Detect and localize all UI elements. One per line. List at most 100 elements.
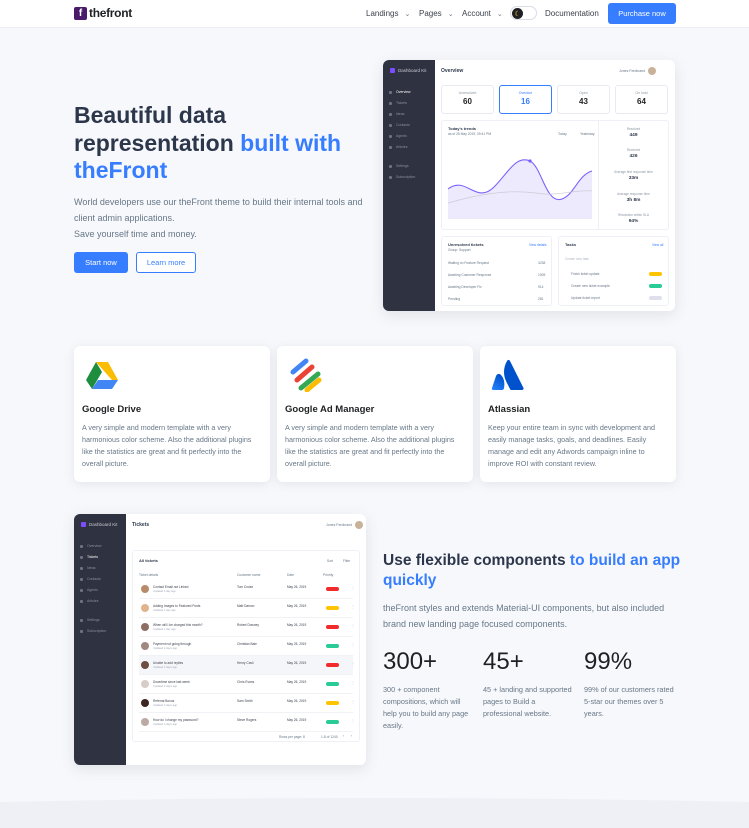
ticket-updated: Updated 2 days ago bbox=[153, 685, 178, 688]
stat-value: 64 bbox=[637, 97, 646, 106]
trends-point bbox=[528, 159, 532, 163]
avatar bbox=[141, 642, 149, 650]
ticket-title: Contact Email not Linked bbox=[153, 585, 189, 589]
task-tag bbox=[649, 284, 662, 288]
table-row[interactable]: Adding Images to Featured Posts Updated 1… bbox=[139, 599, 355, 618]
more-icon[interactable]: ⋮ bbox=[351, 718, 355, 723]
preview-sidebar-item: Ideas bbox=[80, 566, 96, 570]
new-task-input[interactable]: Create new task bbox=[565, 257, 589, 261]
stat-number: 99% bbox=[584, 648, 633, 675]
more-icon[interactable]: ⋮ bbox=[351, 661, 355, 666]
priority-badge bbox=[326, 644, 339, 648]
stat-card: Overdue 16 bbox=[499, 85, 552, 114]
table-row[interactable]: How do I change my password? Updated 2 da… bbox=[139, 713, 355, 732]
avatar bbox=[355, 521, 364, 529]
preview-sidebar: Dashboard Kit Overview Tickets Ideas Con… bbox=[383, 60, 435, 311]
chevron-left-icon[interactable]: ‹ bbox=[343, 734, 344, 738]
task-item[interactable]: Create new ticket example bbox=[571, 284, 610, 288]
top-navbar: f thefront Landings ⌄ Pages ⌄ Account ⌄ … bbox=[0, 0, 749, 28]
more-icon[interactable]: ⋮ bbox=[351, 585, 355, 590]
nav-documentation[interactable]: Documentation bbox=[545, 9, 599, 18]
more-icon[interactable]: ⋮ bbox=[351, 642, 355, 647]
nav-pages[interactable]: Pages ⌄ bbox=[419, 9, 454, 18]
sort-control[interactable]: Sort bbox=[327, 559, 333, 563]
preview-sidebar-item: Articles bbox=[389, 145, 407, 149]
nav-account-label: Account bbox=[462, 9, 491, 18]
chevron-right-icon[interactable]: › bbox=[351, 734, 352, 738]
table-row[interactable]: Unable to add replies Updated 2 days ago H… bbox=[139, 656, 355, 675]
task-item[interactable]: Update ticket report bbox=[571, 296, 600, 300]
hero-subtitle-text-2: Save yourself time and money. bbox=[74, 229, 197, 239]
ticket-updated: Updated 2 days ago bbox=[153, 723, 178, 726]
avatar bbox=[141, 623, 149, 631]
more-icon[interactable]: ⋮ bbox=[351, 623, 355, 628]
preview-title: Overview bbox=[441, 68, 464, 74]
stat-card: On hold 64 bbox=[615, 85, 668, 114]
learn-more-button[interactable]: Learn more bbox=[136, 252, 196, 273]
avatar bbox=[141, 661, 149, 669]
kpi-column: Resolved 449 Received 426 Average first re… bbox=[598, 121, 670, 229]
kpi-label: Average response time bbox=[617, 192, 650, 196]
nav-account[interactable]: Account ⌄ bbox=[462, 9, 503, 18]
stat-label: Unresolved bbox=[458, 91, 477, 95]
tasks-view-link[interactable]: View all bbox=[652, 243, 663, 247]
preview-sidebar-label: Subscription bbox=[396, 175, 416, 179]
stat-value: 16 bbox=[521, 97, 530, 106]
preview-sidebar-label: Overview bbox=[396, 90, 411, 94]
priority-badge bbox=[326, 682, 339, 686]
column-header: Priority bbox=[323, 573, 334, 577]
kpi-label: Average first response time bbox=[614, 170, 653, 174]
hero-subtitle-text: World developers use our theFront theme … bbox=[74, 197, 363, 223]
more-icon[interactable]: ⋮ bbox=[351, 699, 355, 704]
stat-label: Open bbox=[579, 91, 588, 95]
column-header: Customer name bbox=[237, 573, 261, 577]
theme-toggle[interactable]: ☾ bbox=[510, 6, 537, 20]
brand-logo-mark: f bbox=[74, 6, 87, 20]
moon-icon: ☾ bbox=[512, 8, 523, 19]
ticket-title: Unable to add replies bbox=[153, 661, 184, 665]
feature-description: A very simple and modern template with a… bbox=[285, 423, 455, 468]
rows-per-page[interactable]: Rows per page: 8 bbox=[279, 735, 305, 739]
more-icon[interactable]: ⋮ bbox=[351, 680, 355, 685]
ticket-customer: Chris Evans bbox=[237, 680, 255, 684]
more-icon[interactable]: ⋮ bbox=[351, 604, 355, 609]
ticket-customer: Christian Bale bbox=[237, 642, 257, 646]
preview-sidebar-item: Subscription bbox=[80, 629, 106, 633]
feature-description: Keep your entire team in sync with devel… bbox=[488, 423, 656, 468]
preview-sidebar-item: Agents bbox=[80, 588, 98, 592]
unresolved-row-name: Waiting on Feature Request bbox=[448, 261, 489, 265]
hero-title: Beautiful data representation built with… bbox=[74, 102, 374, 185]
nav-landings[interactable]: Landings ⌄ bbox=[366, 9, 410, 18]
table-row[interactable]: Payment not going through Updated 2 days … bbox=[139, 637, 355, 656]
preview-sidebar-item: Overview bbox=[389, 90, 411, 94]
table-row[interactable]: Contact Email not Linked Updated 1 day ag… bbox=[139, 580, 355, 599]
ticket-date: May 26, 2019 bbox=[287, 661, 307, 665]
feature-card-atlassian: Atlassian Keep your entire team in sync … bbox=[480, 346, 676, 482]
avatar bbox=[141, 604, 149, 612]
unresolved-row-count: 4238 bbox=[538, 261, 546, 265]
start-now-button[interactable]: Start now bbox=[74, 252, 128, 273]
kpi-value: 3h 8m bbox=[626, 198, 641, 203]
filter-control[interactable]: Filter bbox=[343, 559, 350, 563]
tasks-title: Tasks bbox=[565, 242, 577, 247]
ticket-title: When will I be charged this month? bbox=[153, 623, 203, 627]
ticket-title: Referral Bonus bbox=[153, 699, 175, 703]
table-row[interactable]: Referral Bonus Updated 2 days ago Sam Smit… bbox=[139, 694, 355, 713]
preview-sidebar-label: Agents bbox=[87, 588, 98, 592]
unresolved-row-name: Pending bbox=[448, 297, 461, 301]
trends-subtitle: as of 25 May 2019, 09:41 PM bbox=[448, 132, 492, 136]
unresolved-row-name: Awaiting Customer Response bbox=[448, 273, 492, 277]
google-ad-manager-icon bbox=[290, 358, 322, 392]
table-row[interactable]: When will I be charged this month? Update… bbox=[139, 618, 355, 637]
stat-label: On hold bbox=[635, 91, 648, 95]
brand-logo[interactable]: f thefront bbox=[74, 6, 132, 20]
avatar bbox=[141, 680, 149, 688]
ticket-customer: Henry Cavil bbox=[237, 661, 254, 665]
purchase-button[interactable]: Purchase now bbox=[608, 3, 676, 24]
ticket-updated: Updated 1 day ago bbox=[153, 609, 176, 612]
task-item[interactable]: Finish ticket update bbox=[571, 272, 599, 276]
unresolved-view-link[interactable]: View details bbox=[529, 243, 547, 247]
table-row[interactable]: Downtime since last week Updated 2 days a… bbox=[139, 675, 355, 694]
stat-card: Open 43 bbox=[557, 85, 610, 114]
nav-pages-label: Pages bbox=[419, 9, 442, 18]
